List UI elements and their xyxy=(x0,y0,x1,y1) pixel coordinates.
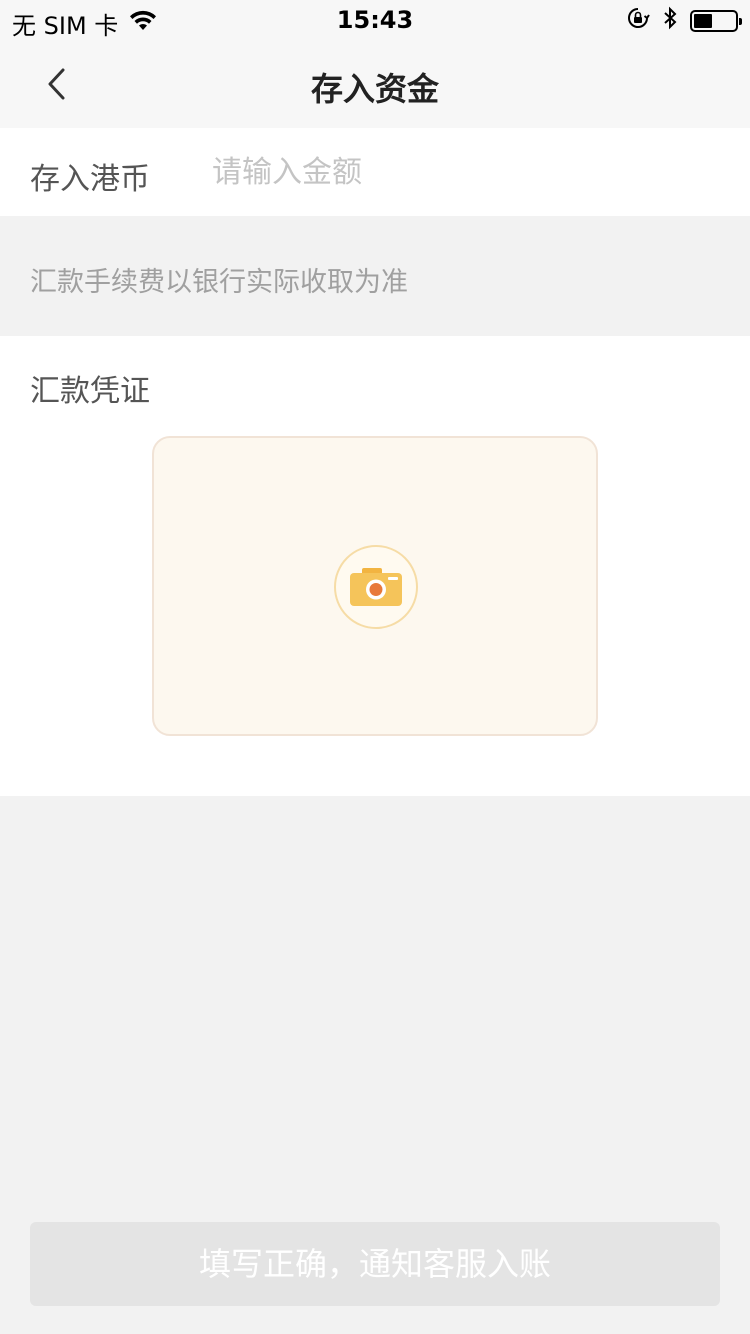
amount-input[interactable] xyxy=(212,146,712,198)
battery-icon xyxy=(690,10,742,32)
status-bar: 无 SIM 卡 15:43 xyxy=(0,0,750,40)
amount-label: 存入港币 xyxy=(30,162,150,197)
bluetooth-icon xyxy=(662,6,678,36)
submit-button[interactable]: 填写正确，通知客服入账 xyxy=(30,1222,720,1306)
amount-row: 存入港币 xyxy=(0,128,750,216)
page-title: 存入资金 xyxy=(310,70,439,108)
voucher-upload-box[interactable] xyxy=(152,436,598,736)
fee-notice: 汇款手续费以银行实际收取为准 xyxy=(0,216,750,336)
voucher-section: 汇款凭证 xyxy=(0,336,750,796)
status-right xyxy=(626,6,742,36)
fee-notice-text: 汇款手续费以银行实际收取为准 xyxy=(30,267,408,298)
camera-icon xyxy=(350,568,402,606)
camera-button[interactable] xyxy=(334,545,418,629)
nav-bar: 存入资金 xyxy=(0,40,750,128)
orientation-lock-icon xyxy=(626,6,650,36)
voucher-title: 汇款凭证 xyxy=(30,374,150,409)
